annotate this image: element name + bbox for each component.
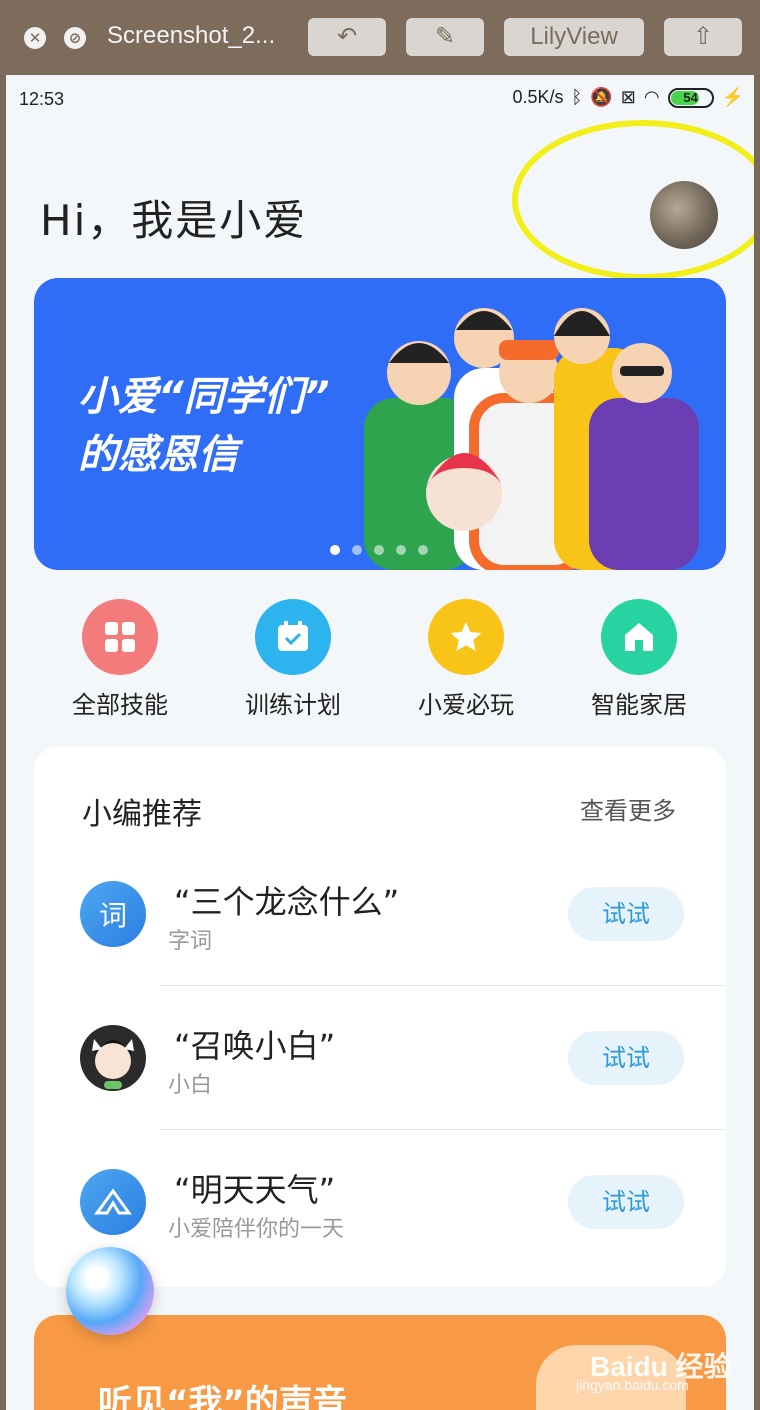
quick-action-must-play[interactable]: 小爱必玩: [406, 599, 526, 720]
share-icon: ⇧: [692, 23, 714, 50]
quick-action-label: 智能家居: [591, 691, 687, 719]
close-icon[interactable]: ✕: [24, 27, 46, 49]
grid-icon: [82, 599, 158, 675]
recommend-card: 小编推荐 查看更多 词 “三个龙念什么” 字词 试试 “召唤小白” 小白 试试 …: [34, 747, 726, 1287]
lilyview-button[interactable]: LilyView: [504, 18, 644, 56]
divider: [160, 985, 726, 986]
try-button[interactable]: 试试: [568, 1175, 684, 1229]
recommend-item[interactable]: 词 “三个龙念什么” 字词 试试: [34, 847, 726, 987]
status-icons: 0.5K/s ᛒ 🔕 ⊠ ◠ 54 ⚡: [512, 87, 744, 108]
quick-action-training-plan[interactable]: 训练计划: [233, 599, 353, 720]
xiaoai-voice-orb-button[interactable]: [66, 1247, 154, 1335]
quick-action-all-skills[interactable]: 全部技能: [60, 599, 180, 720]
recommend-item-title: “明天天气”: [174, 1171, 336, 1209]
sim-off-icon: ⊠: [620, 87, 636, 107]
greeting-title: Hi，我是小爱: [40, 196, 308, 245]
quick-action-label: 小爱必玩: [418, 691, 514, 719]
divider: [160, 1129, 726, 1130]
banner-illustration: [364, 308, 699, 570]
recommend-item-subtitle: 小白: [168, 1073, 213, 1098]
mute-bell-icon: 🔕: [590, 87, 613, 107]
markup-button[interactable]: ✎: [406, 18, 484, 56]
window-title: Screenshot_2...: [107, 22, 276, 49]
window-toolbar: ✕ ⊘ Screenshot_2... ↶ ✎ LilyView ⇧: [0, 0, 760, 75]
recommend-item-title: “召唤小白”: [174, 1027, 336, 1065]
recommend-item[interactable]: “明天天气” 小爱陪伴你的一天 试试: [34, 1135, 726, 1275]
promo-banner[interactable]: 小爱“同学们” 的感恩信: [34, 278, 726, 570]
pagination-dot[interactable]: [374, 545, 384, 555]
recommend-item-subtitle: 字词: [168, 929, 213, 954]
bluetooth-icon: ᛒ: [571, 87, 583, 107]
minimize-icon[interactable]: ⊘: [64, 27, 86, 49]
status-bar: 12:53 0.5K/s ᛒ 🔕 ⊠ ◠ 54 ⚡: [6, 75, 754, 125]
markup-pen-icon: ✎: [434, 23, 456, 50]
share-button[interactable]: ⇧: [664, 18, 742, 56]
recommend-item[interactable]: “召唤小白” 小白 试试: [34, 991, 726, 1131]
status-time: 12:53: [19, 89, 65, 109]
weather-assistant-icon: [80, 1169, 146, 1235]
word-icon: 词: [80, 881, 146, 947]
charging-icon: ⚡: [721, 87, 744, 107]
pagination-dot[interactable]: [396, 545, 406, 555]
rotate-button[interactable]: ↶: [308, 18, 386, 56]
phone-screen: 12:53 0.5K/s ᛒ 🔕 ⊠ ◠ 54 ⚡ Hi，我是小爱 小爱“同学们…: [6, 75, 754, 1410]
banner-pagination: [330, 545, 428, 555]
try-button[interactable]: 试试: [568, 887, 684, 941]
net-speed: 0.5K/s: [512, 87, 564, 107]
highlight-annotation-circle: [512, 120, 754, 280]
recommend-item-subtitle: 小爱陪伴你的一天: [168, 1217, 345, 1242]
try-button[interactable]: 试试: [568, 1031, 684, 1085]
star-icon: [428, 599, 504, 675]
pagination-dot[interactable]: [418, 545, 428, 555]
quick-action-smart-home[interactable]: 智能家居: [579, 599, 699, 720]
rotate-icon: ↶: [336, 23, 358, 50]
wifi-icon: ◠: [643, 87, 660, 107]
recommend-item-title: “三个龙念什么”: [174, 883, 400, 921]
calendar-check-icon: [255, 599, 331, 675]
xiaobai-avatar-icon: [80, 1025, 146, 1091]
quick-action-label: 训练计划: [245, 691, 341, 719]
pagination-dot[interactable]: [352, 545, 362, 555]
pagination-dot[interactable]: [330, 545, 340, 555]
quick-action-label: 全部技能: [72, 691, 168, 719]
home-icon: [601, 599, 677, 675]
see-more-link[interactable]: 查看更多: [580, 791, 676, 826]
watermark-url: jingyan.baidu.com: [576, 1377, 689, 1393]
battery-icon: 54: [667, 87, 714, 108]
recommend-title: 小编推荐: [82, 797, 202, 832]
bottom-promo-text: 听见“我”的声音: [98, 1383, 347, 1410]
